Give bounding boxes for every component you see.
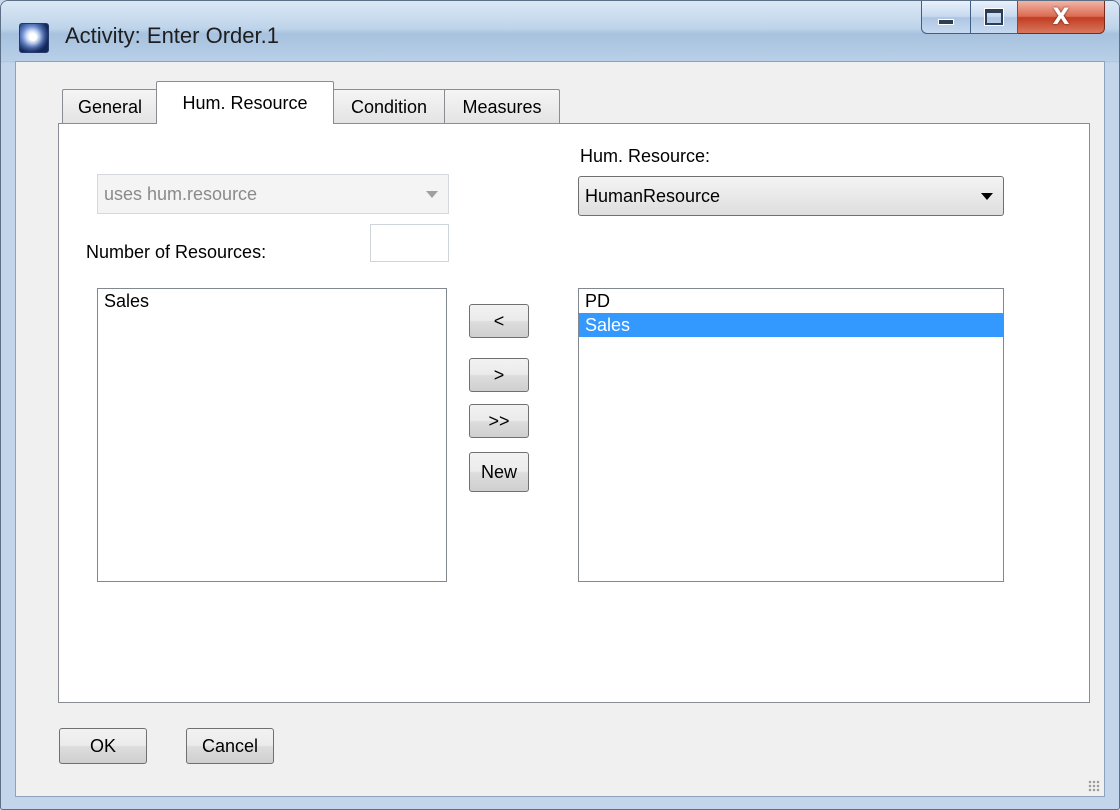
list-item-selected[interactable]: Sales (579, 313, 1003, 337)
list-item[interactable]: Sales (98, 289, 446, 313)
maximize-icon (984, 8, 1004, 26)
tab-hum-resource-label: Hum. Resource (182, 92, 308, 113)
hum-resource-label: Hum. Resource: (580, 146, 711, 166)
tab-condition[interactable]: Condition (332, 89, 446, 124)
dropdown-arrow-icon (971, 177, 1003, 215)
maximize-button[interactable] (971, 1, 1018, 34)
minimize-button[interactable] (921, 1, 971, 34)
minimize-icon (938, 19, 954, 25)
number-of-resources-input[interactable] (370, 224, 449, 262)
remove-all-resources-button[interactable]: >> (469, 404, 529, 438)
tab-measures[interactable]: Measures (444, 89, 560, 124)
close-button[interactable]: X (1018, 1, 1105, 34)
hum-resource-panel: uses hum.resource Number of Resources: H… (58, 123, 1090, 703)
hum-resource-value: HumanResource (585, 185, 721, 206)
number-of-resources-label: Number of Resources: (86, 242, 267, 262)
tab-measures-label: Measures (462, 96, 542, 117)
window-controls: X (921, 1, 1105, 35)
app-icon[interactable] (19, 23, 49, 53)
tab-general[interactable]: General (62, 89, 158, 124)
list-item[interactable]: PD (579, 289, 1003, 313)
add-resource-button[interactable]: < (469, 304, 529, 338)
available-resources-list[interactable]: PD Sales (578, 288, 1004, 582)
tab-general-label: General (77, 96, 143, 117)
assigned-resources-list[interactable]: Sales (97, 288, 447, 582)
window-title: Activity: Enter Order.1 (65, 23, 279, 48)
tab-condition-label: Condition (350, 96, 428, 117)
dialog-client-area: General Hum. Resource Condition Measures… (15, 61, 1105, 797)
title-bar[interactable]: Activity: Enter Order.1 X (1, 1, 1119, 61)
dropdown-arrow-icon (416, 175, 448, 213)
new-resource-button[interactable]: New (469, 452, 529, 492)
close-icon: X (1052, 4, 1070, 30)
ok-button[interactable]: OK (59, 728, 147, 764)
cancel-button[interactable]: Cancel (186, 728, 274, 764)
size-grip-icon[interactable] (1088, 780, 1100, 792)
remove-resource-button[interactable]: > (469, 358, 529, 392)
tab-hum-resource[interactable]: Hum. Resource (156, 81, 334, 124)
uses-resource-value: uses hum.resource (104, 183, 258, 204)
uses-resource-combo[interactable]: uses hum.resource (97, 174, 449, 214)
dialog-window: Activity: Enter Order.1 X General Hum. R… (0, 0, 1120, 810)
hum-resource-combo[interactable]: HumanResource (578, 176, 1004, 216)
